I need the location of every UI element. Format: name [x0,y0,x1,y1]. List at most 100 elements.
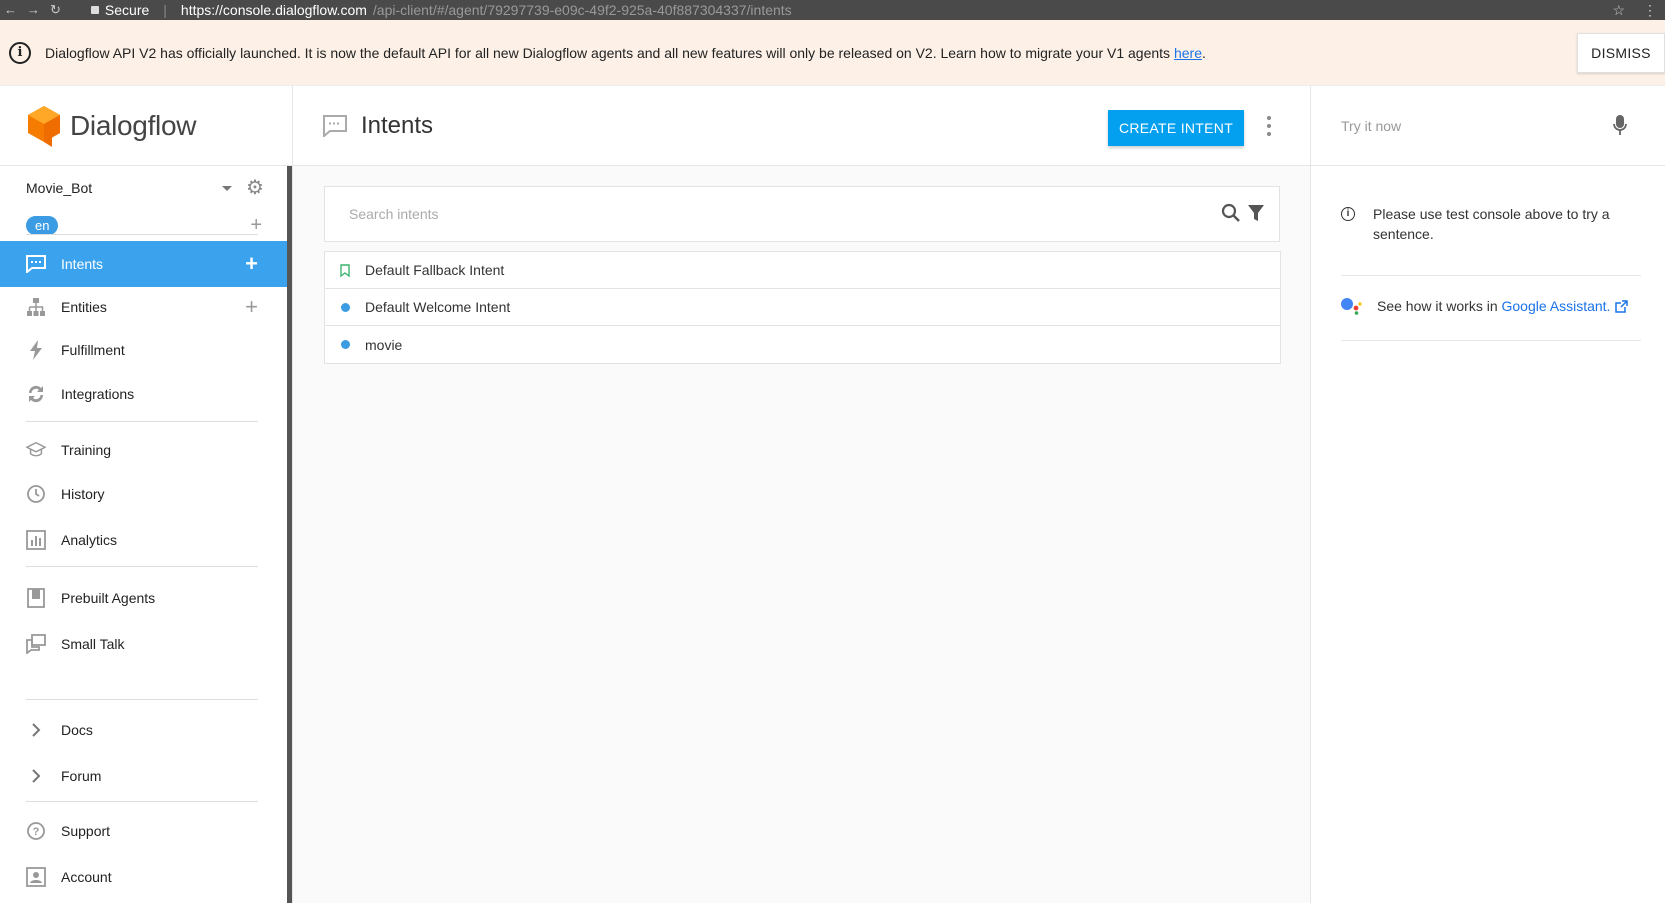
bookmark-icon [325,263,365,277]
forward-icon[interactable]: → [27,2,40,18]
sidebar-item-docs[interactable]: Docs [0,707,288,753]
create-intent-button[interactable]: CREATE INTENT [1108,110,1244,146]
address-bar[interactable]: Secure | https://console.dialogflow.com /… [90,2,792,18]
info-icon: i [9,41,31,64]
sidebar-item-label: Small Talk [61,636,125,652]
sidebar-item-intents[interactable]: Intents + [0,241,288,287]
sidebar-divider [26,566,258,567]
bookmark-star-icon[interactable]: ☆ [1612,2,1625,19]
microphone-icon[interactable] [1613,114,1627,136]
address-separator: | [163,2,167,18]
hint-text: Please use test console above to try a s… [1373,206,1610,242]
search-actions [1221,203,1265,223]
chat-icon [26,254,46,274]
try-it-now-input[interactable] [1341,117,1591,134]
sidebar: Dialogflow Movie_Bot ⚙ en + Intents + En… [0,86,293,903]
sidebar-item-forum[interactable]: Forum [0,753,288,799]
status-dot-icon [325,340,365,349]
browser-actions: ☆ ⋮ [1612,0,1657,20]
agent-name: Movie_Bot [26,180,93,196]
try-it-now-bar [1311,86,1665,166]
sidebar-divider [26,421,258,422]
google-assistant-icon [1341,297,1363,315]
intents-content: Default Fallback Intent Default Welcome … [293,166,1347,903]
migrate-link[interactable]: here [1174,45,1202,61]
sidebar-item-entities[interactable]: Entities + [0,284,288,330]
sidebar-item-label: Training [61,442,112,458]
sidebar-divider [26,234,258,235]
browser-menu-icon[interactable]: ⋮ [1643,2,1657,19]
intent-list: Default Fallback Intent Default Welcome … [324,251,1281,364]
search-input[interactable] [349,206,1149,222]
filter-icon[interactable] [1247,203,1265,223]
url-host: https://console.dialogflow.com [180,2,367,18]
bar-chart-icon [26,530,46,550]
chat-icon [323,114,347,137]
sidebar-item-label: Intents [61,256,104,272]
reload-icon[interactable]: ↻ [50,2,61,18]
graduation-cap-icon [26,440,46,460]
chevron-right-icon [26,766,46,786]
search-icon[interactable] [1221,203,1241,223]
list-item[interactable]: Default Welcome Intent [325,289,1280,326]
sidebar-item-label: Docs [61,722,93,738]
bolt-icon [26,340,46,360]
sidebar-item-label: Prebuilt Agents [61,590,156,606]
intent-name: Default Welcome Intent [365,299,511,315]
search-bar [324,186,1280,242]
brand-name: Dialogflow [70,109,197,141]
sidebar-scrollbar[interactable] [287,166,292,903]
list-item[interactable]: Default Fallback Intent [325,252,1280,289]
test-console: i Please use test console above to try a… [1310,86,1665,903]
browser-toolbar: ← → ↻ Secure | https://console.dialogflo… [0,0,1665,20]
dismiss-button[interactable]: DISMISS [1577,33,1665,73]
url-path: /api-client/#/agent/7929773​9-e09c-49f2-… [372,2,792,18]
sidebar-item-label: Support [61,823,111,839]
agent-selector[interactable]: Movie_Bot ⚙ [26,178,266,198]
sidebar-item-analytics[interactable]: Analytics [0,517,288,563]
sidebar-item-label: Account [61,869,112,885]
sidebar-item-training[interactable]: Training [0,427,288,473]
sidebar-item-support[interactable]: ? Support [0,808,288,854]
sidebar-item-prebuilt-agents[interactable]: Prebuilt Agents [0,575,288,621]
list-item[interactable]: movie [325,326,1280,363]
dialogflow-logo[interactable]: Dialogflow [0,86,292,166]
google-assistant-link[interactable]: Google Assistant. [1502,298,1611,314]
sidebar-item-integrations[interactable]: Integrations [0,371,288,417]
add-entity-icon[interactable]: + [245,294,258,320]
help-icon: ? [26,821,46,841]
sidebar-item-fulfillment[interactable]: Fulfillment [0,327,288,373]
chat-bubbles-icon [26,634,46,654]
account-icon [26,867,46,887]
sync-icon [26,384,46,404]
banner-message: Dialogflow API V2 has officially launche… [45,45,1206,61]
page-title: Intents [361,111,434,139]
sidebar-item-label: Analytics [61,532,118,548]
secure-label: Secure [104,2,150,18]
lock-icon [90,6,99,14]
page-header: Intents CREATE INTENT [293,86,1310,166]
hierarchy-icon [26,297,46,317]
chevron-right-icon [26,720,46,740]
assistant-prefix: See how it works in [1377,298,1498,314]
status-dot-icon [325,302,365,312]
language-badge[interactable]: en [26,216,59,235]
back-icon[interactable]: ← [4,2,17,18]
google-assistant-row: See how it works in Google Assistant. [1341,297,1629,315]
more-options-icon[interactable] [1265,116,1273,136]
chevron-down-icon[interactable] [222,185,232,191]
sidebar-item-small-talk[interactable]: Small Talk [0,621,288,667]
sidebar-divider [26,801,258,802]
add-intent-icon[interactable]: + [245,251,258,277]
panel-divider [1341,340,1641,341]
sidebar-item-label: Forum [61,768,102,784]
sidebar-item-label: Entities [61,299,107,315]
external-link-icon[interactable] [1615,299,1629,313]
sidebar-item-label: Fulfillment [61,342,125,358]
book-icon [26,588,46,608]
sidebar-item-account[interactable]: Account [0,854,288,900]
gear-icon[interactable]: ⚙ [246,178,266,198]
clock-icon [26,484,46,504]
intent-name: Default Fallback Intent [365,262,505,278]
sidebar-item-history[interactable]: History [0,471,288,517]
